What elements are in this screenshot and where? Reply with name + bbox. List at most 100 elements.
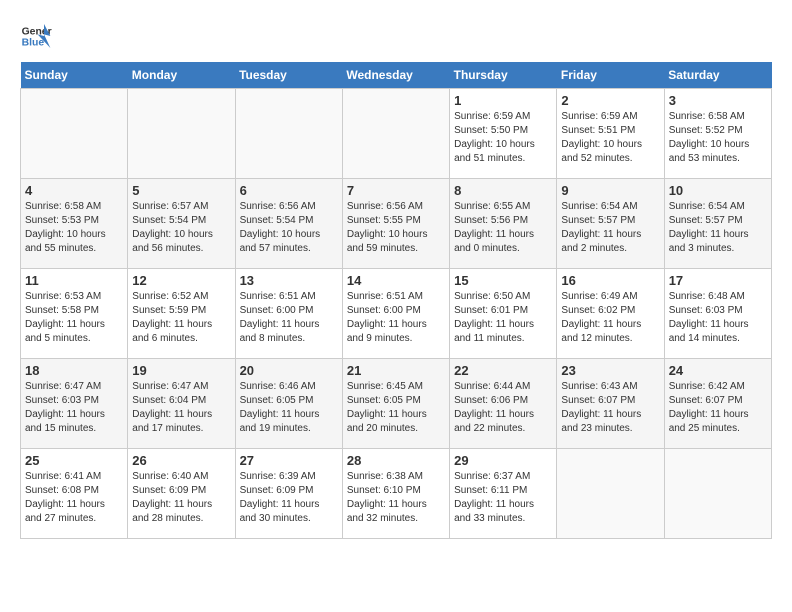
header-tuesday: Tuesday [235,62,342,89]
day-info: Sunrise: 6:49 AM Sunset: 6:02 PM Dayligh… [561,290,659,346]
day-number: 11 [25,273,123,288]
day-number: 5 [132,183,230,198]
calendar-cell: 16Sunrise: 6:49 AM Sunset: 6:02 PM Dayli… [557,269,664,359]
day-info: Sunrise: 6:58 AM Sunset: 5:53 PM Dayligh… [25,200,123,256]
day-number: 23 [561,363,659,378]
calendar-cell: 28 Sunrise: 6:38 AM Sunset: 6:10 PM Dayli… [342,449,449,539]
day-number: 14 [347,273,445,288]
day-info: Sunrise: 6:58 AM Sunset: 5:52 PM Dayligh… [669,110,767,166]
calendar-cell: 26 Sunrise: 6:40 AM Sunset: 6:09 PM Dayli… [128,449,235,539]
day-info: Sunrise: 6:57 AM Sunset: 5:54 PM Dayligh… [132,200,230,256]
day-number: 21 [347,363,445,378]
calendar-cell: 29 Sunrise: 6:37 AM Sunset: 6:11 PM Dayli… [450,449,557,539]
calendar-cell: 13 Sunrise: 6:51 AM Sunset: 6:00 PM Dayli… [235,269,342,359]
day-number: 26 [132,453,230,468]
day-info: Sunrise: 6:39 AM Sunset: 6:09 PM Dayligh… [240,470,338,526]
day-info: Sunrise: 6:59 AM Sunset: 5:51 PM Dayligh… [561,110,659,166]
day-number: 2 [561,93,659,108]
calendar-cell: 19 Sunrise: 6:47 AM Sunset: 6:04 PM Dayli… [128,359,235,449]
page-header: General Blue [20,20,772,52]
header-wednesday: Wednesday [342,62,449,89]
day-number: 12 [132,273,230,288]
calendar-cell: 14 Sunrise: 6:51 AM Sunset: 6:00 PM Dayli… [342,269,449,359]
day-number: 27 [240,453,338,468]
header-saturday: Saturday [664,62,771,89]
day-info: Sunrise: 6:59 AM Sunset: 5:50 PM Dayligh… [454,110,552,166]
calendar-cell: 8Sunrise: 6:55 AM Sunset: 5:56 PM Daylig… [450,179,557,269]
header-thursday: Thursday [450,62,557,89]
calendar-cell: 24 Sunrise: 6:42 AM Sunset: 6:07 PM Dayli… [664,359,771,449]
day-number: 25 [25,453,123,468]
day-number: 10 [669,183,767,198]
svg-text:Blue: Blue [22,38,45,49]
calendar-cell [235,89,342,179]
day-info: Sunrise: 6:56 AM Sunset: 5:55 PM Dayligh… [347,200,445,256]
day-number: 3 [669,93,767,108]
calendar-cell: 4 Sunrise: 6:58 AM Sunset: 5:53 PM Daylig… [21,179,128,269]
day-number: 20 [240,363,338,378]
day-number: 4 [25,183,123,198]
day-info: Sunrise: 6:53 AM Sunset: 5:58 PM Dayligh… [25,290,123,346]
day-number: 22 [454,363,552,378]
calendar-cell: 9 Sunrise: 6:54 AM Sunset: 5:57 PM Daylig… [557,179,664,269]
day-info: Sunrise: 6:56 AM Sunset: 5:54 PM Dayligh… [240,200,338,256]
day-number: 29 [454,453,552,468]
calendar-cell [557,449,664,539]
day-number: 19 [132,363,230,378]
day-number: 8 [454,183,552,198]
day-number: 17 [669,273,767,288]
day-number: 15 [454,273,552,288]
calendar-cell [21,89,128,179]
day-info: Sunrise: 6:50 AM Sunset: 6:01 PM Dayligh… [454,290,552,346]
calendar-cell: 25 Sunrise: 6:41 AM Sunset: 6:08 PM Dayli… [21,449,128,539]
calendar-cell: 10 Sunrise: 6:54 AM Sunset: 5:57 PM Dayli… [664,179,771,269]
day-info: Sunrise: 6:38 AM Sunset: 6:10 PM Dayligh… [347,470,445,526]
day-info: Sunrise: 6:46 AM Sunset: 6:05 PM Dayligh… [240,380,338,436]
day-info: Sunrise: 6:40 AM Sunset: 6:09 PM Dayligh… [132,470,230,526]
day-number: 24 [669,363,767,378]
day-info: Sunrise: 6:54 AM Sunset: 5:57 PM Dayligh… [669,200,767,256]
day-number: 28 [347,453,445,468]
calendar-cell: 21 Sunrise: 6:45 AM Sunset: 6:05 PM Dayli… [342,359,449,449]
day-info: Sunrise: 6:52 AM Sunset: 5:59 PM Dayligh… [132,290,230,346]
calendar-cell: 11 Sunrise: 6:53 AM Sunset: 5:58 PM Dayli… [21,269,128,359]
day-info: Sunrise: 6:51 AM Sunset: 6:00 PM Dayligh… [240,290,338,346]
day-info: Sunrise: 6:45 AM Sunset: 6:05 PM Dayligh… [347,380,445,436]
calendar-cell: 1 Sunrise: 6:59 AM Sunset: 5:50 PM Daylig… [450,89,557,179]
calendar-cell: 17 Sunrise: 6:48 AM Sunset: 6:03 PM Dayli… [664,269,771,359]
calendar-cell: 3 Sunrise: 6:58 AM Sunset: 5:52 PM Daylig… [664,89,771,179]
calendar-cell: 27 Sunrise: 6:39 AM Sunset: 6:09 PM Dayli… [235,449,342,539]
calendar-table: SundayMondayTuesdayWednesdayThursdayFrid… [20,62,772,539]
day-info: Sunrise: 6:43 AM Sunset: 6:07 PM Dayligh… [561,380,659,436]
day-number: 18 [25,363,123,378]
day-info: Sunrise: 6:54 AM Sunset: 5:57 PM Dayligh… [561,200,659,256]
logo: General Blue [20,20,52,52]
calendar-cell: 22 Sunrise: 6:44 AM Sunset: 6:06 PM Dayli… [450,359,557,449]
calendar-body: 1 Sunrise: 6:59 AM Sunset: 5:50 PM Daylig… [21,89,772,539]
day-info: Sunrise: 6:37 AM Sunset: 6:11 PM Dayligh… [454,470,552,526]
day-number: 9 [561,183,659,198]
calendar-cell: 23 Sunrise: 6:43 AM Sunset: 6:07 PM Dayli… [557,359,664,449]
calendar-header: SundayMondayTuesdayWednesdayThursdayFrid… [21,62,772,89]
day-number: 6 [240,183,338,198]
header-friday: Friday [557,62,664,89]
day-number: 1 [454,93,552,108]
logo-icon: General Blue [20,20,52,52]
day-info: Sunrise: 6:42 AM Sunset: 6:07 PM Dayligh… [669,380,767,436]
calendar-cell [664,449,771,539]
day-info: Sunrise: 6:51 AM Sunset: 6:00 PM Dayligh… [347,290,445,346]
calendar-cell: 5 Sunrise: 6:57 AM Sunset: 5:54 PM Daylig… [128,179,235,269]
day-info: Sunrise: 6:47 AM Sunset: 6:03 PM Dayligh… [25,380,123,436]
calendar-cell [342,89,449,179]
day-info: Sunrise: 6:47 AM Sunset: 6:04 PM Dayligh… [132,380,230,436]
day-info: Sunrise: 6:44 AM Sunset: 6:06 PM Dayligh… [454,380,552,436]
day-number: 13 [240,273,338,288]
calendar-cell: 15 Sunrise: 6:50 AM Sunset: 6:01 PM Dayli… [450,269,557,359]
calendar-cell: 6 Sunrise: 6:56 AM Sunset: 5:54 PM Daylig… [235,179,342,269]
calendar-cell: 18 Sunrise: 6:47 AM Sunset: 6:03 PM Dayli… [21,359,128,449]
header-sunday: Sunday [21,62,128,89]
calendar-cell [128,89,235,179]
day-info: Sunrise: 6:48 AM Sunset: 6:03 PM Dayligh… [669,290,767,346]
calendar-cell: 12 Sunrise: 6:52 AM Sunset: 5:59 PM Dayli… [128,269,235,359]
day-info: Sunrise: 6:41 AM Sunset: 6:08 PM Dayligh… [25,470,123,526]
